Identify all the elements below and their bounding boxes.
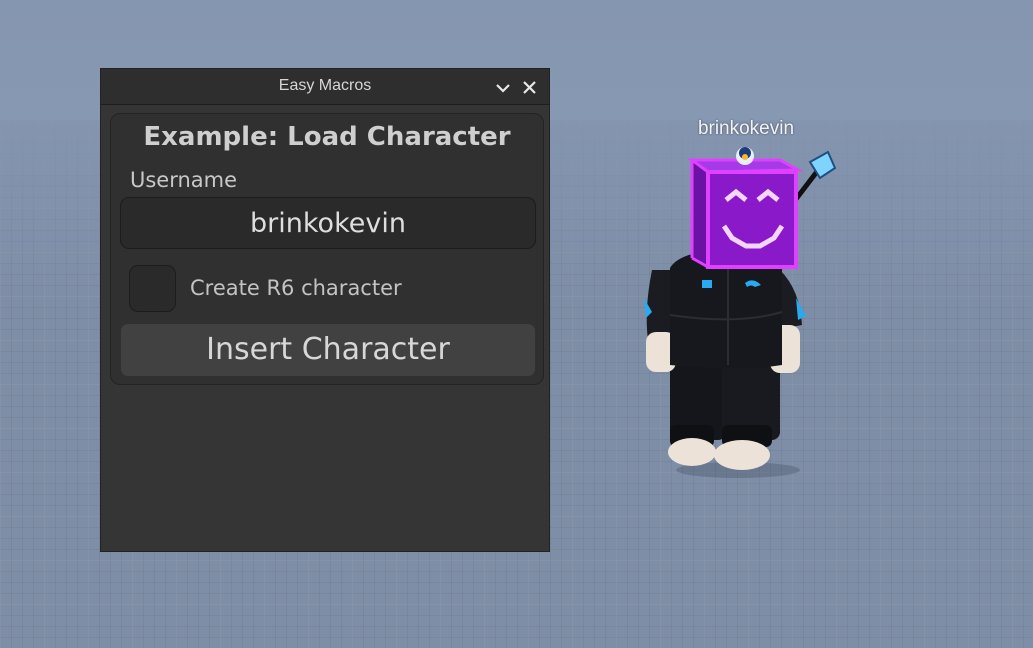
legs bbox=[668, 355, 780, 470]
window-title: Easy Macros bbox=[278, 77, 372, 94]
easy-macros-window: Easy Macros Example: Load Character User… bbox=[100, 68, 550, 552]
character-nametag: brinkokevin bbox=[697, 118, 795, 139]
window-titlebar[interactable]: Easy Macros bbox=[101, 69, 549, 105]
character-avatar[interactable] bbox=[630, 140, 850, 480]
close-button[interactable] bbox=[519, 75, 541, 99]
purple-cube-head bbox=[687, 147, 804, 269]
insert-character-button[interactable]: Insert Character bbox=[121, 324, 535, 376]
username-input[interactable] bbox=[120, 197, 536, 249]
chevron-down-icon bbox=[496, 84, 510, 93]
r6-checkbox[interactable] bbox=[129, 265, 176, 312]
collapse-button[interactable] bbox=[493, 75, 513, 99]
r6-checkbox-label: Create R6 character bbox=[190, 276, 402, 300]
panel-title: Example: Load Character bbox=[143, 122, 511, 152]
load-character-panel: Example: Load Character Username Create … bbox=[110, 113, 544, 385]
username-label: Username bbox=[130, 168, 238, 192]
close-icon bbox=[523, 81, 536, 94]
